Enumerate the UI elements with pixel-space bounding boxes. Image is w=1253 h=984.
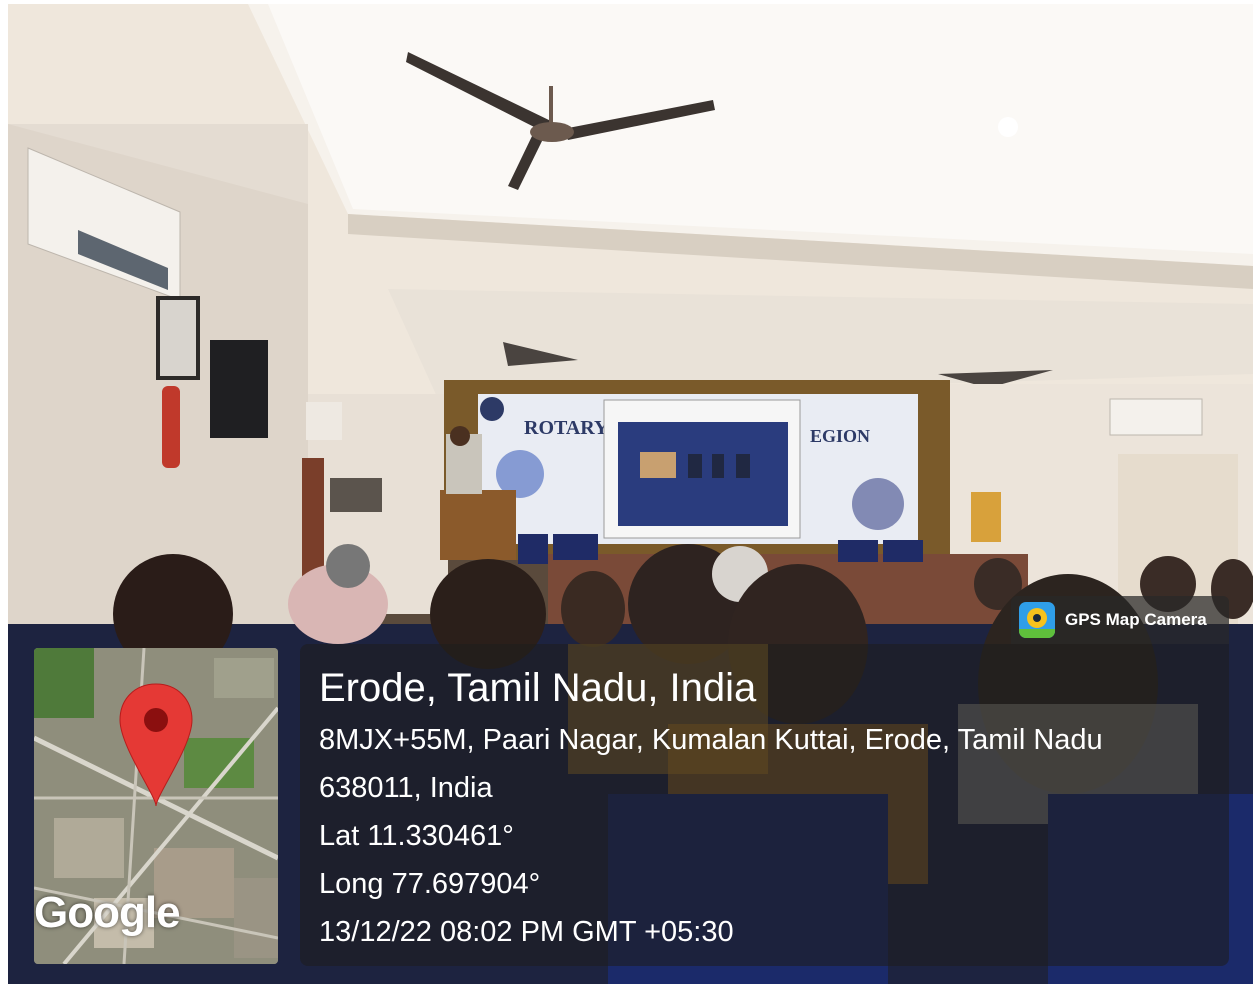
- address-line-1: 8MJX+55M, Paari Nagar, Kumalan Kuttai, E…: [319, 724, 1103, 756]
- location-title: Erode, Tamil Nadu, India: [319, 666, 757, 710]
- address-line-2: 638011, India: [319, 772, 493, 804]
- gps-map-camera-badge: GPS Map Camera: [1011, 596, 1229, 644]
- gps-map-camera-icon: [1019, 602, 1055, 638]
- timestamp: 13/12/22 08:02 PM GMT +05:30: [319, 916, 734, 948]
- longitude: Long 77.697904°: [319, 868, 541, 900]
- badge-label: GPS Map Camera: [1065, 610, 1207, 629]
- map-thumbnail: Google: [34, 648, 278, 964]
- location-info-panel: Erode, Tamil Nadu, India 8MJX+55M, Paari…: [300, 644, 1229, 966]
- banner-text-right: EGION: [810, 426, 870, 446]
- latitude: Lat 11.330461°: [319, 820, 514, 852]
- banner-text-left: ROTARY: [524, 417, 609, 439]
- google-brand: Google: [34, 888, 181, 937]
